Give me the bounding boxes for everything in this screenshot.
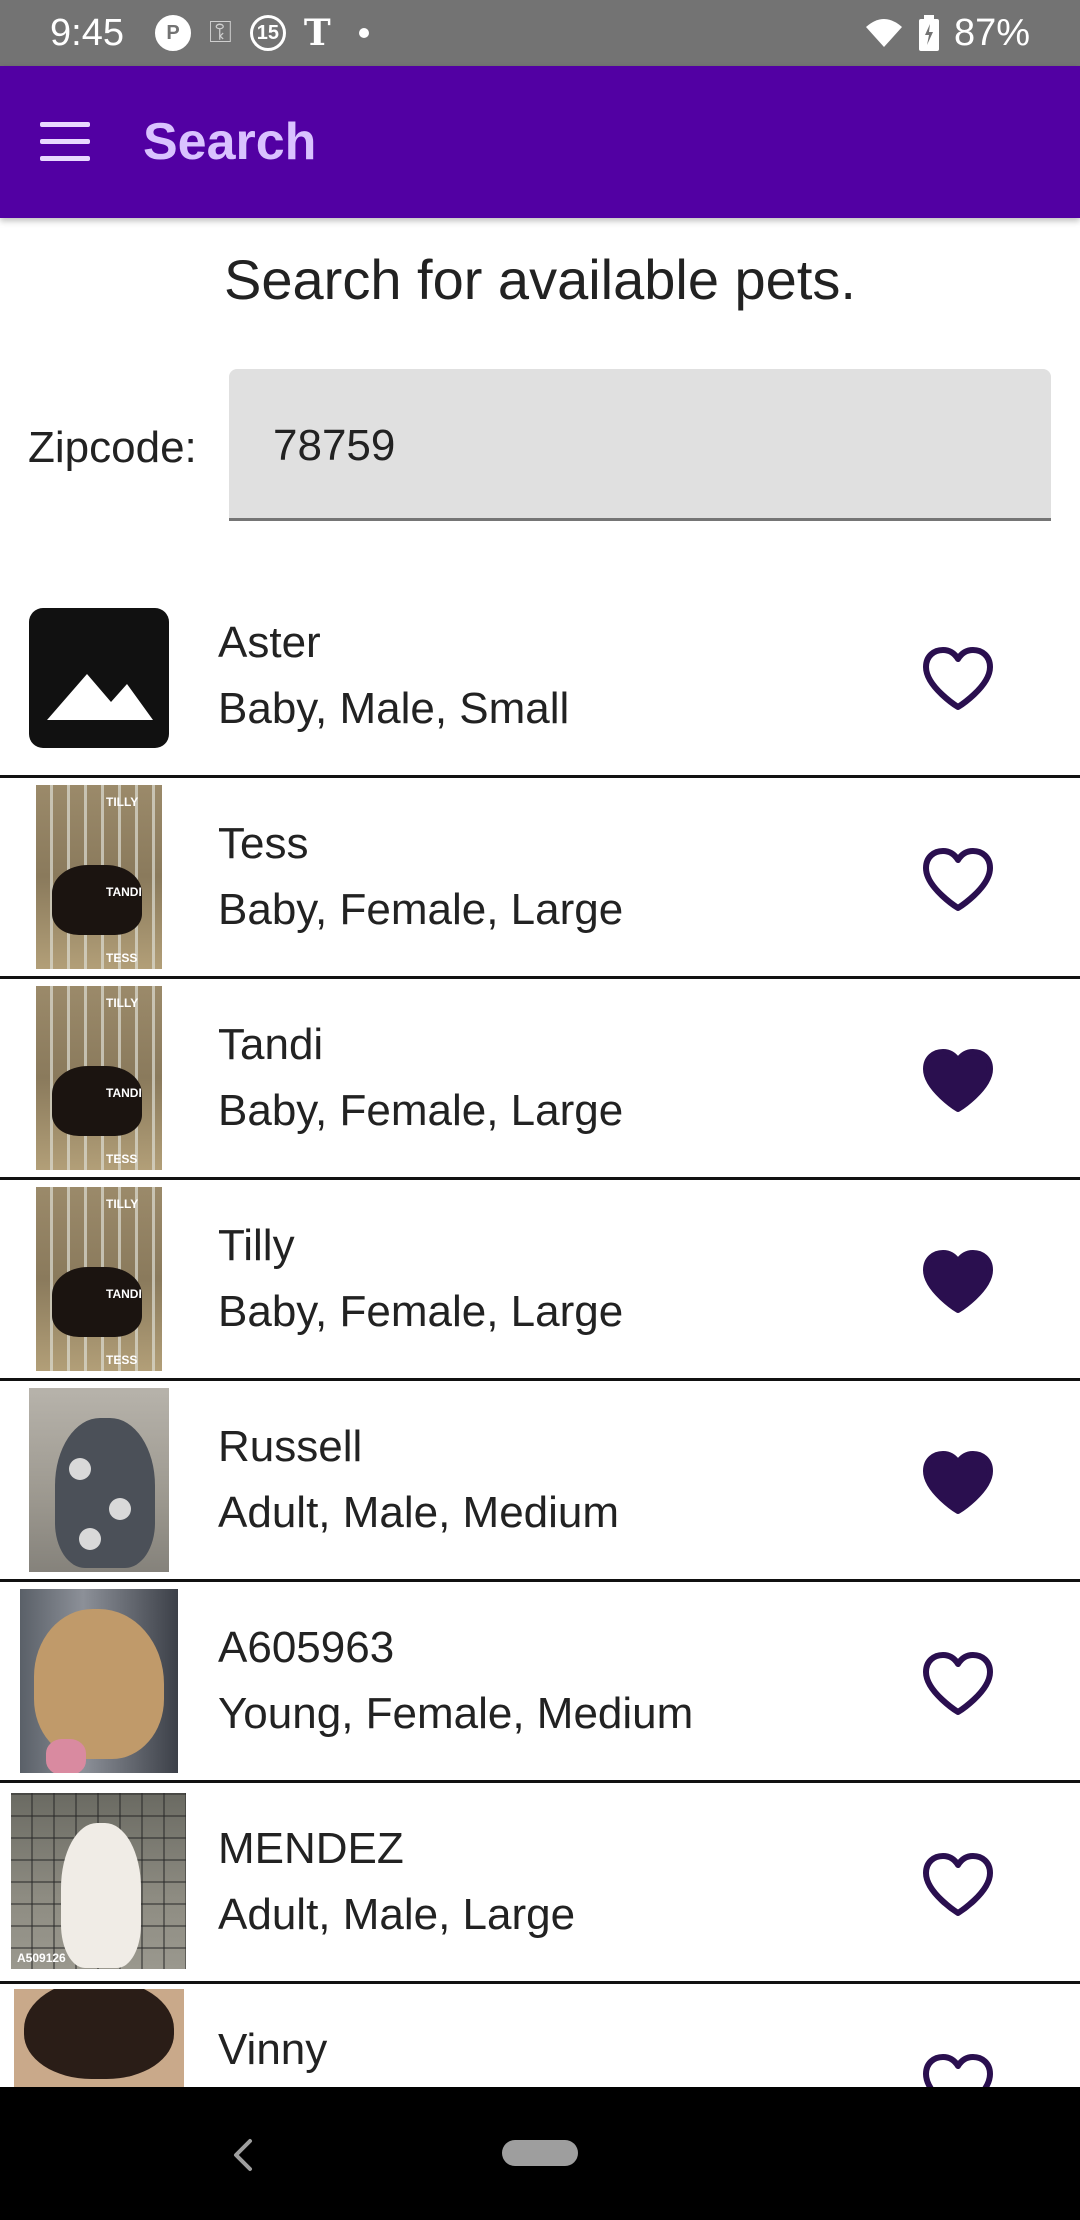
pet-details: Baby, Female, Large bbox=[218, 1287, 624, 1336]
pet-photo bbox=[20, 1589, 178, 1773]
pet-details: Adult, Male, Medium bbox=[218, 1488, 620, 1537]
favorite-heart-outline-icon[interactable] bbox=[920, 1851, 996, 1919]
pet-list[interactable]: Aster Baby, Male, Small TILLY TANDI TESS… bbox=[0, 577, 1080, 2087]
battery-icon bbox=[918, 15, 939, 51]
circle-15-icon: 15 bbox=[249, 15, 286, 51]
favorite-heart-filled-icon[interactable] bbox=[920, 1449, 996, 1517]
favorite-heart-outline-icon[interactable] bbox=[920, 645, 996, 713]
favorite-heart-outline-icon[interactable] bbox=[920, 846, 996, 914]
pet-name: Aster bbox=[218, 618, 321, 667]
page-heading: Search for available pets. bbox=[224, 248, 856, 311]
menu-icon[interactable] bbox=[24, 106, 108, 178]
pet-list-item[interactable]: Vinny bbox=[0, 1984, 1080, 2087]
zipcode-field[interactable] bbox=[229, 369, 1051, 521]
app-bar: Search bbox=[0, 66, 1080, 218]
pet-list-item[interactable]: Aster Baby, Male, Small bbox=[0, 577, 1080, 778]
pet-name: Vinny bbox=[218, 2025, 328, 2074]
home-pill-icon[interactable] bbox=[502, 2140, 578, 2166]
pet-name: MENDEZ bbox=[218, 1824, 404, 1873]
pet-list-item[interactable]: TILLY TANDI TESS Tandi Baby, Female, Lar… bbox=[0, 979, 1080, 1180]
nyt-icon: T bbox=[303, 12, 331, 54]
pet-name: Tess bbox=[218, 819, 309, 868]
zipcode-input[interactable] bbox=[271, 415, 975, 477]
pet-list-item[interactable]: TILLY TANDI TESS Tess Baby, Female, Larg… bbox=[0, 778, 1080, 979]
pet-name: A605963 bbox=[218, 1623, 395, 1672]
key-icon: ⚿ bbox=[209, 16, 232, 49]
pet-photo bbox=[14, 1989, 184, 2087]
pet-list-item[interactable]: TILLY TANDI TESS Tilly Baby, Female, Lar… bbox=[0, 1180, 1080, 1381]
pet-details: Adult, Male, Large bbox=[218, 1890, 576, 1939]
favorite-heart-outline-icon[interactable] bbox=[920, 2052, 996, 2087]
system-icons: 87% bbox=[864, 10, 1030, 56]
back-icon[interactable] bbox=[222, 2131, 262, 2179]
favorite-heart-outline-icon[interactable] bbox=[920, 1650, 996, 1718]
pet-name: Tandi bbox=[218, 1020, 324, 1069]
pet-details: Baby, Female, Large bbox=[218, 1086, 624, 1135]
pet-photo: TILLY TANDI TESS bbox=[36, 986, 162, 1170]
status-bar: 9:45 P ⚿ 15 T 87% bbox=[0, 0, 1080, 66]
dot-icon bbox=[358, 28, 369, 38]
zipcode-label: Zipcode: bbox=[28, 423, 197, 472]
pet-name: Russell bbox=[218, 1422, 363, 1471]
wifi-icon bbox=[865, 19, 902, 47]
pet-list-item[interactable]: A509126 MENDEZ Adult, Male, Large bbox=[0, 1783, 1080, 1984]
navigation-bar bbox=[0, 2087, 1080, 2220]
pet-details: Baby, Male, Small bbox=[218, 684, 570, 733]
pet-name: Tilly bbox=[218, 1221, 295, 1270]
battery-percent: 87% bbox=[953, 11, 1030, 54]
app-bar-title: Search bbox=[143, 113, 317, 171]
pet-list-item[interactable]: A605963 Young, Female, Medium bbox=[0, 1582, 1080, 1783]
notification-icons: P ⚿ 15 T bbox=[155, 12, 369, 54]
pet-photo bbox=[29, 1388, 169, 1572]
pet-photo: TILLY TANDI TESS bbox=[36, 785, 162, 969]
pandora-icon: P bbox=[155, 15, 191, 51]
pet-list-item[interactable]: Russell Adult, Male, Medium bbox=[0, 1381, 1080, 1582]
pet-photo: A509126 bbox=[11, 1793, 186, 1969]
image-placeholder-icon bbox=[29, 608, 169, 748]
pet-details: Baby, Female, Large bbox=[218, 885, 624, 934]
pet-details: Young, Female, Medium bbox=[218, 1689, 694, 1738]
favorite-heart-filled-icon[interactable] bbox=[920, 1248, 996, 1316]
favorite-heart-filled-icon[interactable] bbox=[920, 1047, 996, 1115]
pet-photo: TILLY TANDI TESS bbox=[36, 1187, 162, 1371]
status-time: 9:45 bbox=[50, 12, 124, 54]
